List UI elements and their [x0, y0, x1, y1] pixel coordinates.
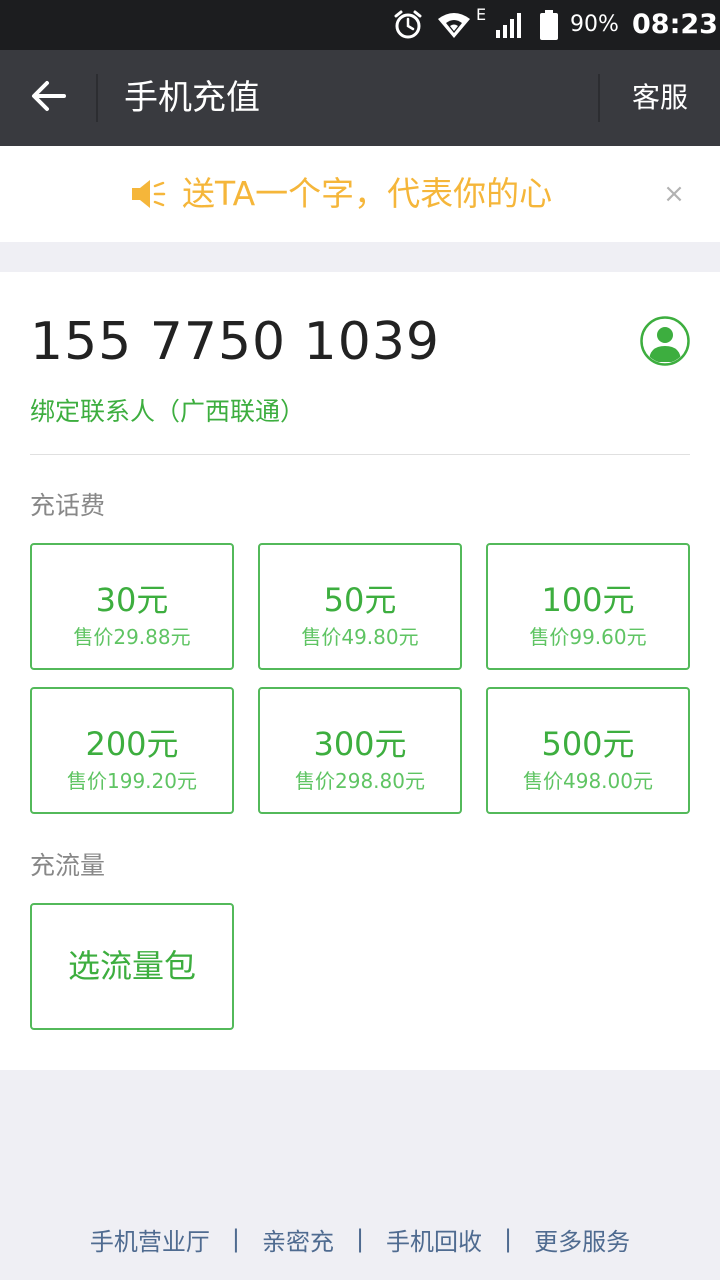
recharge-section-label: 充话费 — [30, 491, 106, 520]
alarm-icon — [390, 0, 426, 50]
close-icon[interactable]: × — [650, 146, 698, 242]
signal-icon — [492, 0, 526, 50]
title-divider-left — [96, 74, 98, 122]
select-data-plan-button[interactable]: 选流量包 — [30, 903, 234, 1030]
battery-icon — [536, 0, 562, 50]
notice-banner[interactable]: 送TA一个字，代表你的心 × — [0, 146, 720, 242]
option-price: 售价99.60元 — [529, 625, 647, 649]
recharge-option-50[interactable]: 50元 售价49.80元 — [258, 543, 462, 670]
option-amount: 200元 — [85, 725, 179, 763]
footer-separator: | — [231, 1225, 240, 1253]
option-amount: 300元 — [313, 725, 407, 763]
option-price: 售价298.80元 — [295, 769, 425, 793]
footer-link-family-recharge[interactable]: 亲密充 — [262, 1222, 334, 1257]
customer-service-button[interactable]: 客服 — [600, 50, 720, 146]
recharge-card: 155 7750 1039 绑定联系人（广西联通） 充话费 30元 售价29.8… — [0, 272, 720, 1070]
phone-number[interactable]: 155 7750 1039 — [30, 312, 440, 372]
back-button[interactable] — [0, 50, 96, 146]
page-title: 手机充值 — [124, 78, 260, 118]
option-price: 售价29.88元 — [73, 625, 191, 649]
footer-link-mobile-hall[interactable]: 手机营业厅 — [90, 1222, 210, 1257]
network-type-label: E — [476, 5, 487, 24]
recharge-option-30[interactable]: 30元 售价29.88元 — [30, 543, 234, 670]
recharge-option-100[interactable]: 100元 售价99.60元 — [486, 543, 690, 670]
wifi-icon — [436, 0, 472, 50]
arrow-left-icon — [30, 80, 66, 116]
notice-text: 送TA一个字，代表你的心 — [182, 174, 553, 213]
recharge-option-200[interactable]: 200元 售价199.20元 — [30, 687, 234, 814]
battery-percent: 90% — [570, 12, 619, 37]
status-time: 08:23 — [632, 9, 718, 40]
option-price: 售价199.20元 — [67, 769, 197, 793]
footer-links: 手机营业厅 | 亲密充 | 手机回收 | 更多服务 — [0, 1212, 720, 1266]
option-price: 售价49.80元 — [301, 625, 419, 649]
footer-link-phone-recycle[interactable]: 手机回收 — [386, 1222, 482, 1257]
option-amount: 30元 — [95, 581, 169, 619]
recharge-option-300[interactable]: 300元 售价298.80元 — [258, 687, 462, 814]
option-price: 售价498.00元 — [523, 769, 653, 793]
footer-link-more-services[interactable]: 更多服务 — [534, 1222, 630, 1257]
title-bar: 手机充值 客服 — [0, 50, 720, 146]
recharge-option-500[interactable]: 500元 售价498.00元 — [486, 687, 690, 814]
speaker-icon — [130, 176, 170, 212]
footer-separator: | — [355, 1225, 365, 1253]
footer-separator: | — [504, 1225, 513, 1253]
status-bar: E 90% 08:23 — [0, 0, 720, 50]
divider — [30, 454, 690, 455]
option-amount: 500元 — [541, 725, 635, 763]
option-amount: 100元 — [541, 581, 635, 619]
bound-contact-label[interactable]: 绑定联系人（广西联通） — [30, 392, 305, 428]
option-amount: 50元 — [323, 581, 397, 619]
data-plan-section-label: 充流量 — [30, 851, 106, 880]
contact-person-icon[interactable] — [640, 316, 690, 366]
